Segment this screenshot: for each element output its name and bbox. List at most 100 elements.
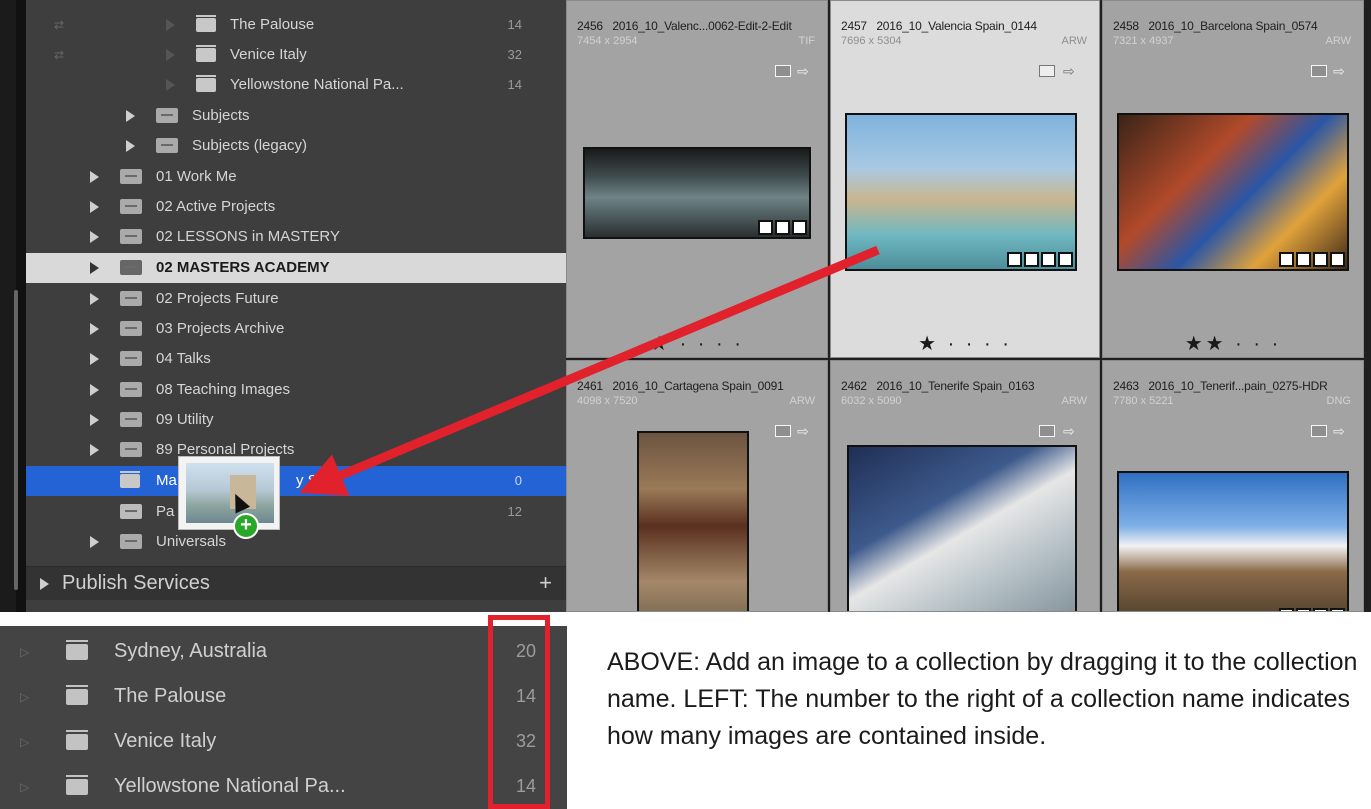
disclosure-triangle-icon[interactable] xyxy=(40,578,49,590)
flag-badge-icon[interactable] xyxy=(1311,65,1327,77)
collection-row-venice[interactable]: ⇄ Venice Italy 32 xyxy=(26,40,566,70)
grid-cell[interactable]: 2456 2016_10_Valenc...0062-Edit-2-Edit 7… xyxy=(566,0,828,358)
disclosure-triangle-icon: ▷ xyxy=(20,780,30,794)
collection-label: Venice Italy xyxy=(114,730,217,752)
collection-set-lessons[interactable]: 02 LESSONS in MASTERY xyxy=(26,222,566,252)
collection-set-label: 04 Talks xyxy=(156,350,211,367)
thumbnail-image[interactable] xyxy=(1117,471,1349,611)
collection-row-palouse[interactable]: ⇄ The Palouse 14 xyxy=(26,10,566,40)
thumbnail-image[interactable] xyxy=(847,445,1077,611)
disclosure-triangle-icon[interactable] xyxy=(90,201,99,213)
cell-header: 2458 2016_10_Barcelona Spain_0574 xyxy=(1113,19,1318,33)
collection-count: 0 xyxy=(514,473,522,488)
collection-count: 32 xyxy=(507,47,522,62)
disclosure-triangle-icon[interactable] xyxy=(90,293,99,305)
quick-collection-icon[interactable]: ⇨ xyxy=(1333,63,1345,80)
collection-label: The Palouse xyxy=(230,16,315,33)
collection-row-drop-target[interactable]: Ma y Stuff 0 xyxy=(26,466,566,496)
collection-row-yellowstone[interactable]: Yellowstone National Pa... 14 xyxy=(26,70,566,100)
collection-set-talks[interactable]: 04 Talks xyxy=(26,344,566,374)
inset-row[interactable]: ▷ Yellowstone National Pa... 14 xyxy=(0,765,567,809)
disclosure-triangle-icon[interactable] xyxy=(126,140,135,152)
collection-set-universals[interactable]: Universals xyxy=(26,527,566,557)
disclosure-triangle-icon[interactable] xyxy=(126,110,135,122)
cell-dimensions: 7696 x 5304 xyxy=(841,35,902,47)
collections-count-inset: ▷ Sydney, Australia 20 ▷ The Palouse 14 … xyxy=(0,626,567,809)
left-edge-strip xyxy=(0,0,18,612)
collection-set-masters-academy[interactable]: 02 MASTERS ACADEMY xyxy=(26,253,566,283)
thumbnail-badges xyxy=(1279,252,1345,267)
collection-set-personal-projects[interactable]: 89 Personal Projects xyxy=(26,435,566,465)
collections-panel: ⇄ The Palouse 14 ⇄ Venice Italy 32 Yello… xyxy=(26,0,566,612)
grid-cell-selected[interactable]: 2457 2016_10_Valencia Spain_0144 7696 x … xyxy=(830,0,1100,358)
disclosure-triangle-icon[interactable] xyxy=(90,262,99,274)
quick-collection-icon[interactable]: ⇨ xyxy=(797,423,809,440)
comment-icon xyxy=(1024,252,1039,267)
collection-set-utility[interactable]: 09 Utility xyxy=(26,405,566,435)
disclosure-triangle-icon[interactable] xyxy=(90,353,99,365)
panel-scrollbar[interactable] xyxy=(14,290,18,590)
collection-set-subjects[interactable]: Subjects xyxy=(26,101,566,131)
collection-set-label: Subjects xyxy=(192,107,250,124)
publish-services-header[interactable]: Publish Services + xyxy=(26,566,566,600)
cell-header: 2463 2016_10_Tenerif...pain_0275-HDR xyxy=(1113,379,1328,393)
disclosure-triangle-icon[interactable] xyxy=(90,536,99,548)
quick-collection-icon[interactable]: ⇨ xyxy=(797,63,809,80)
crop-icon xyxy=(792,220,807,235)
grid-cell[interactable]: 2462 2016_10_Tenerife Spain_0163 6032 x … xyxy=(830,360,1100,612)
grid-cell[interactable]: 2461 2016_10_Cartagena Spain_0091 4098 x… xyxy=(566,360,828,612)
collection-set-icon xyxy=(120,260,142,275)
collection-set-label: Universals xyxy=(156,533,227,550)
quick-collection-icon[interactable]: ⇨ xyxy=(1333,423,1345,440)
inset-row[interactable]: ▷ Venice Italy 32 xyxy=(0,720,567,765)
collection-icon xyxy=(66,775,88,795)
collection-set-projects-archive[interactable]: 03 Projects Archive xyxy=(26,314,566,344)
collection-set-active-projects[interactable]: 02 Active Projects xyxy=(26,192,566,222)
flag-badge-icon[interactable] xyxy=(1039,65,1055,77)
cell-filename: 2016_10_Tenerife Spain_0163 xyxy=(876,379,1035,393)
disclosure-triangle-icon[interactable] xyxy=(90,231,99,243)
collection-label-tail: y Stuff xyxy=(296,472,339,489)
disclosure-triangle-icon[interactable] xyxy=(90,384,99,396)
thumbnail-image[interactable] xyxy=(637,431,749,611)
star-rating[interactable]: ★ · · · · xyxy=(567,331,827,356)
collection-row-pa[interactable]: Pa 12 xyxy=(26,497,566,527)
collection-set-subjects-legacy[interactable]: Subjects (legacy) xyxy=(26,131,566,161)
thumbnail-image[interactable] xyxy=(1117,113,1349,271)
collection-set-label: 02 Active Projects xyxy=(156,198,276,215)
collection-set-teaching-images[interactable]: 08 Teaching Images xyxy=(26,375,566,405)
thumbnail-badges xyxy=(758,220,807,235)
star-rating[interactable]: ★ · · · · xyxy=(831,331,1099,356)
collection-set-label: 02 LESSONS in MASTERY xyxy=(156,228,340,245)
flag-badge-icon[interactable] xyxy=(1039,425,1055,437)
disclosure-triangle-icon xyxy=(166,19,175,31)
cell-filename: 2016_10_Barcelona Spain_0574 xyxy=(1148,19,1318,33)
disclosure-triangle-icon[interactable] xyxy=(90,414,99,426)
disclosure-triangle-icon[interactable] xyxy=(90,171,99,183)
flag-badge-icon[interactable] xyxy=(775,65,791,77)
disclosure-triangle-icon: ▷ xyxy=(20,645,30,659)
inset-row[interactable]: ▷ The Palouse 14 xyxy=(0,675,567,720)
grid-cell[interactable]: 2458 2016_10_Barcelona Spain_0574 7321 x… xyxy=(1102,0,1364,358)
grid-cell[interactable]: 2463 2016_10_Tenerif...pain_0275-HDR 778… xyxy=(1102,360,1364,612)
cell-index: 2457 xyxy=(841,19,867,33)
keyword-icon xyxy=(1007,252,1022,267)
thumbnail-image[interactable] xyxy=(583,147,811,239)
thumbnail-image[interactable] xyxy=(845,113,1077,271)
star-rating[interactable]: ★★ · · · xyxy=(1103,331,1363,356)
flag-badge-icon[interactable] xyxy=(775,425,791,437)
collection-set-label: 01 Work Me xyxy=(156,168,237,185)
quick-collection-icon[interactable]: ⇨ xyxy=(1063,423,1075,440)
disclosure-triangle-icon: ▷ xyxy=(20,735,30,749)
quick-collection-icon[interactable]: ⇨ xyxy=(1063,63,1075,80)
collection-set-projects-future[interactable]: 02 Projects Future xyxy=(26,284,566,314)
cell-index: 2462 xyxy=(841,379,867,393)
disclosure-triangle-icon[interactable] xyxy=(90,323,99,335)
cell-index: 2456 xyxy=(577,19,603,33)
flag-badge-icon[interactable] xyxy=(1311,425,1327,437)
inset-row[interactable]: ▷ Sydney, Australia 20 xyxy=(0,630,567,675)
add-publish-service-button[interactable]: + xyxy=(539,570,552,596)
cell-extension: ARW xyxy=(1061,395,1087,407)
disclosure-triangle-icon[interactable] xyxy=(90,444,99,456)
collection-set-work-me[interactable]: 01 Work Me xyxy=(26,162,566,192)
